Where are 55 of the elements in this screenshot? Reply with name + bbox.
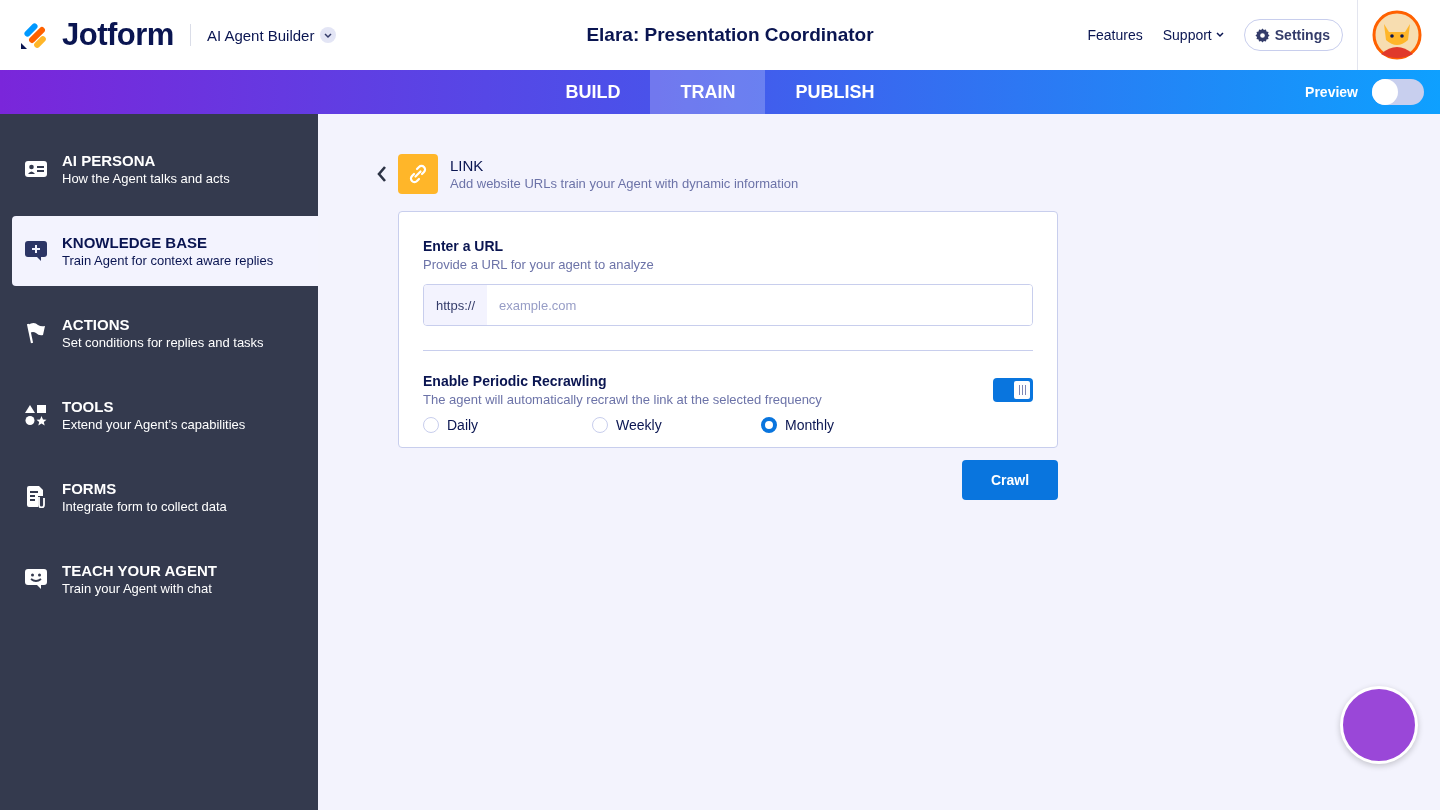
url-prefix: https:// <box>424 285 488 325</box>
chat-plus-icon <box>24 241 48 261</box>
nav-tab[interactable]: PUBLISH <box>765 70 905 114</box>
sidebar-item-subtitle: How the Agent talks and acts <box>62 171 230 186</box>
features-link[interactable]: Features <box>1087 27 1143 43</box>
sidebar-item[interactable]: ACTIONS Set conditions for replies and tasks <box>12 298 318 368</box>
smile-chat-icon <box>24 569 48 589</box>
form-icon <box>24 486 48 508</box>
nav-tab[interactable]: TRAIN <box>650 70 766 114</box>
sidebar-item[interactable]: AI PERSONA How the Agent talks and acts <box>12 134 318 204</box>
sidebar-item[interactable]: TEACH YOUR AGENT Train your Agent with chat <box>12 544 318 614</box>
frequency-radio[interactable]: Daily <box>423 417 592 433</box>
preview-toggle[interactable] <box>1372 79 1424 105</box>
avatar-icon[interactable] <box>1372 10 1422 60</box>
support-dropdown[interactable]: Support <box>1162 27 1224 43</box>
url-field[interactable]: https:// example.com <box>423 284 1033 326</box>
id-card-icon <box>24 160 48 178</box>
sidebar-item-title: FORMS <box>62 480 118 497</box>
sidebar-item-subtitle: Train Agent for context aware replies <box>62 253 274 268</box>
preview-label: Preview <box>1305 84 1358 100</box>
settings-icon <box>1254 27 1270 43</box>
flag-icon <box>24 322 48 344</box>
sidebar-item-title: KNOWLEDGE BASE <box>62 234 208 251</box>
sidebar-item-subtitle: Train your Agent with chat <box>62 581 213 596</box>
sidebar-item-title: TEACH YOUR AGENT <box>62 562 217 579</box>
sidebar-item-subtitle: Set conditions for replies and tasks <box>62 335 264 350</box>
frequency-radio[interactable]: Monthly <box>761 417 930 433</box>
url-label: Enter a URL <box>423 238 505 254</box>
sidebar-item-title: TOOLS <box>62 398 115 415</box>
settings-button[interactable]: Settings <box>1243 19 1343 51</box>
chat-avatar[interactable] <box>1340 686 1418 764</box>
sidebar-item-subtitle: Extend your Agent’s capabilities <box>62 417 246 432</box>
agent-title: Elara: Presentation Coordinator <box>586 24 874 46</box>
panel-title: LINK <box>450 157 485 174</box>
frequency-radio[interactable]: Weekly <box>592 417 761 433</box>
logo-wordmark[interactable]: Jotform <box>62 17 174 53</box>
caret-icon <box>1215 32 1224 38</box>
sidebar-item[interactable]: FORMS Integrate form to collect data <box>12 462 318 532</box>
recrawl-hint: The agent will automatically recrawl the link at the selected frequency <box>423 392 822 407</box>
sidebar-item[interactable]: KNOWLEDGE BASE Train Agent for context aware replies <box>12 216 318 286</box>
url-hint: Provide a URL for your agent to analyze <box>423 257 655 272</box>
sidebar-item[interactable]: TOOLS Extend your Agent’s capabilities <box>12 380 318 450</box>
recrawl-toggle[interactable] <box>993 378 1033 402</box>
sidebar-item-title: ACTIONS <box>62 316 131 333</box>
panel-subtitle: Add website URLs train your Agent with dynamic information <box>450 176 799 191</box>
sidebar-item-subtitle: Integrate form to collect data <box>62 499 227 514</box>
crawl-button[interactable]: Crawl <box>962 460 1058 500</box>
chevron-down-icon <box>320 27 337 43</box>
nav-tab[interactable]: BUILD <box>535 70 651 114</box>
recrawl-label: Enable Periodic Recrawling <box>423 373 608 389</box>
sidebar-item-title: AI PERSONA <box>62 152 157 169</box>
link-icon <box>398 154 438 194</box>
shapes-icon <box>24 404 48 426</box>
product-dropdown[interactable]: AI Agent Builder <box>206 26 337 44</box>
back-chevron-icon[interactable] <box>376 165 388 183</box>
